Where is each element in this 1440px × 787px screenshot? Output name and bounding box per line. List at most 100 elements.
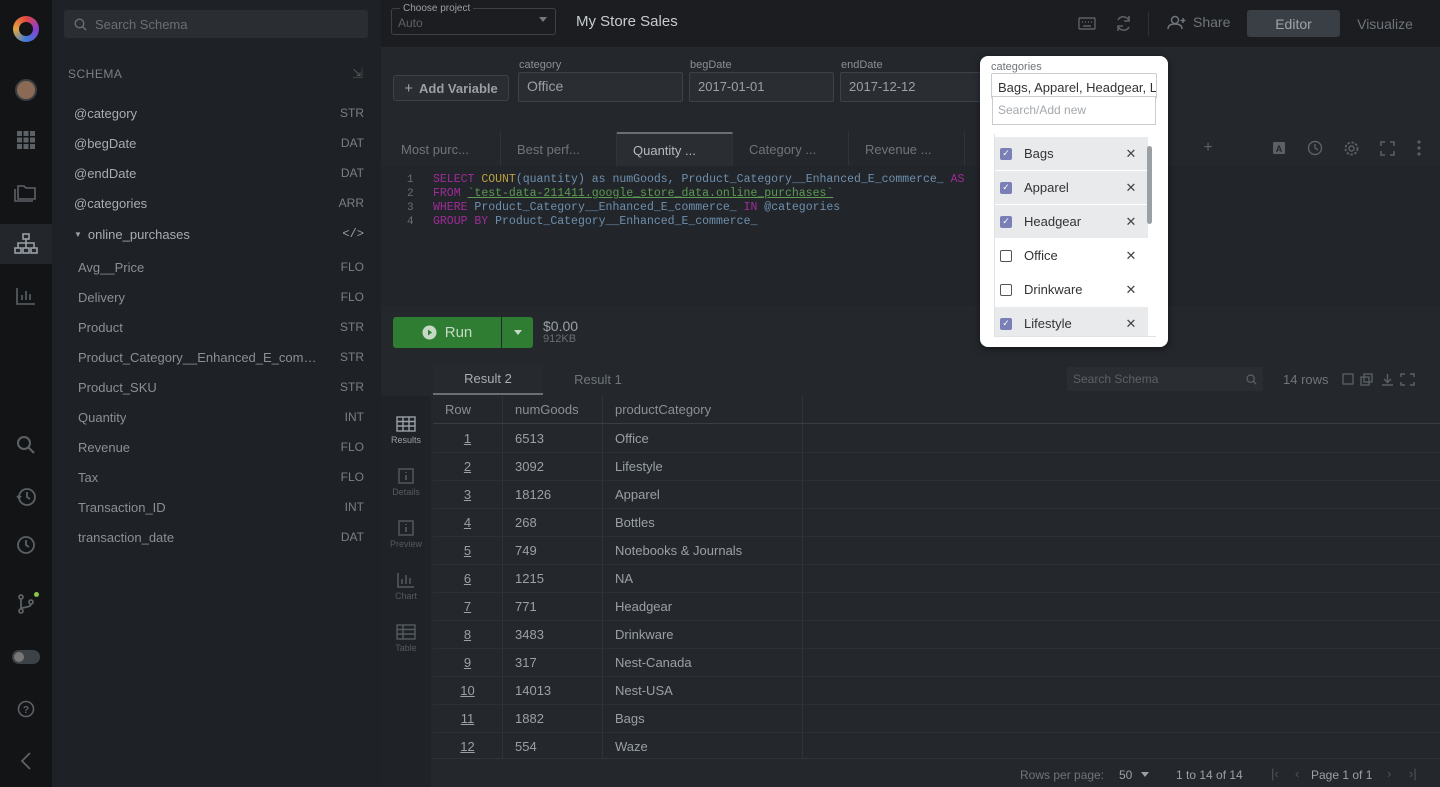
- schema-field-item[interactable]: transaction_date DAT: [52, 522, 381, 552]
- schema-search-box[interactable]: [64, 10, 368, 38]
- results-search-box[interactable]: [1067, 367, 1263, 391]
- fullscreen-icon[interactable]: [1377, 138, 1397, 158]
- settings-gear-icon[interactable]: [1341, 138, 1361, 158]
- expand-icon[interactable]: [1397, 369, 1417, 389]
- column-header-row[interactable]: Row: [433, 396, 503, 423]
- category-option[interactable]: ✓ Headgear ✕: [995, 205, 1148, 239]
- categories-search-box[interactable]: [992, 96, 1156, 125]
- duplicate-icon[interactable]: [1356, 369, 1376, 389]
- remove-option-icon[interactable]: ✕: [1124, 248, 1138, 264]
- schema-variable-item[interactable]: @category STR: [52, 98, 381, 128]
- variable-begdate-input[interactable]: [698, 79, 828, 94]
- checkbox[interactable]: [1000, 283, 1012, 296]
- row-number-link[interactable]: 7: [433, 593, 503, 620]
- rows-per-page-select[interactable]: 50: [1119, 768, 1132, 782]
- last-page-icon[interactable]: ›|: [1409, 766, 1417, 781]
- schema-field-item[interactable]: Revenue FLO: [52, 432, 381, 462]
- schedule-clock-icon[interactable]: [0, 525, 52, 565]
- schema-field-item[interactable]: Transaction_ID INT: [52, 492, 381, 522]
- table-node-online-purchases[interactable]: ▼ online_purchases </>: [52, 219, 381, 249]
- format-icon[interactable]: A: [1269, 138, 1289, 158]
- schema-field-item[interactable]: Avg__Price FLO: [52, 252, 381, 282]
- view-details-tool[interactable]: Details: [381, 456, 431, 508]
- editor-button[interactable]: Editor: [1247, 10, 1340, 37]
- variable-category[interactable]: category: [518, 59, 683, 102]
- checkbox[interactable]: ✓: [1000, 181, 1012, 194]
- query-tab[interactable]: Revenue ...: [849, 132, 965, 166]
- row-number-link[interactable]: 6: [433, 565, 503, 592]
- variable-enddate-input[interactable]: [849, 79, 979, 94]
- run-button[interactable]: Run: [393, 317, 501, 348]
- schema-field-item[interactable]: Delivery FLO: [52, 282, 381, 312]
- view-chart-tool[interactable]: Chart: [381, 560, 431, 612]
- keyboard-icon[interactable]: [1076, 12, 1098, 34]
- row-number-link[interactable]: 3: [433, 481, 503, 508]
- folders-icon[interactable]: [0, 172, 52, 212]
- code-icon[interactable]: </>: [342, 227, 364, 241]
- tab-result-2[interactable]: Result 2: [433, 363, 543, 395]
- more-vertical-icon[interactable]: [1409, 138, 1429, 158]
- project-select[interactable]: Choose project Auto: [391, 3, 556, 35]
- checkbox[interactable]: ✓: [1000, 317, 1012, 330]
- git-branch-icon[interactable]: [0, 584, 52, 624]
- copy-icon[interactable]: [1338, 369, 1358, 389]
- row-number-link[interactable]: 2: [433, 453, 503, 480]
- schema-field-item[interactable]: Product_Category__Enhanced_E_comme... STR: [52, 342, 381, 372]
- theme-toggle[interactable]: [0, 637, 52, 677]
- history-icon[interactable]: [0, 477, 52, 517]
- schedule-icon[interactable]: [1305, 138, 1325, 158]
- remove-option-icon[interactable]: ✕: [1124, 180, 1138, 196]
- collapse-sidebar-icon[interactable]: [0, 741, 52, 781]
- checkbox[interactable]: ✓: [1000, 215, 1012, 228]
- help-icon[interactable]: ?: [0, 689, 52, 729]
- row-number-link[interactable]: 11: [433, 705, 503, 732]
- next-page-icon[interactable]: ›: [1387, 766, 1391, 781]
- remove-option-icon[interactable]: ✕: [1124, 316, 1138, 332]
- add-variable-button[interactable]: + Add Variable: [393, 75, 509, 101]
- tab-result-1[interactable]: Result 1: [543, 363, 653, 395]
- schema-field-item[interactable]: Product STR: [52, 312, 381, 342]
- schema-field-item[interactable]: Quantity INT: [52, 402, 381, 432]
- first-page-icon[interactable]: |‹: [1271, 766, 1279, 781]
- variable-begdate[interactable]: begDate: [689, 59, 834, 102]
- scrollbar-thumb[interactable]: [1147, 146, 1152, 224]
- categories-search-input[interactable]: [998, 103, 1148, 117]
- download-icon[interactable]: [1377, 369, 1397, 389]
- column-header-productcategory[interactable]: productCategory: [603, 396, 803, 423]
- refresh-icon[interactable]: [1112, 12, 1134, 34]
- checkbox[interactable]: [1000, 249, 1012, 262]
- sql-editor[interactable]: 1 2 3 4 SELECT COUNT(quantity) as numGoo…: [381, 166, 1440, 306]
- remove-option-icon[interactable]: ✕: [1124, 146, 1138, 162]
- query-tab[interactable]: Most purc...: [385, 132, 501, 166]
- reports-chart-icon[interactable]: [0, 276, 52, 316]
- column-header-numgoods[interactable]: numGoods: [503, 396, 603, 423]
- share-button[interactable]: Share: [1167, 14, 1230, 30]
- row-number-link[interactable]: 12: [433, 733, 503, 758]
- category-option[interactable]: ✓ Apparel ✕: [995, 171, 1148, 205]
- remove-option-icon[interactable]: ✕: [1124, 214, 1138, 230]
- collapse-all-icon[interactable]: ⇲: [352, 66, 363, 82]
- query-tab[interactable]: Quantity ...: [617, 132, 733, 166]
- category-option[interactable]: ✓ Bags ✕: [995, 137, 1148, 171]
- variable-enddate[interactable]: endDate: [840, 59, 985, 102]
- row-number-link[interactable]: 5: [433, 537, 503, 564]
- schema-variable-item[interactable]: @begDate DAT: [52, 128, 381, 158]
- run-options-dropdown[interactable]: [502, 317, 533, 348]
- visualize-button[interactable]: Visualize: [1351, 10, 1419, 37]
- category-option[interactable]: Office ✕: [995, 239, 1148, 273]
- variable-category-input[interactable]: [527, 78, 657, 94]
- row-number-link[interactable]: 10: [433, 677, 503, 704]
- user-avatar[interactable]: [0, 70, 52, 110]
- row-number-link[interactable]: 1: [433, 425, 503, 452]
- schema-field-item[interactable]: Product_SKU STR: [52, 372, 381, 402]
- category-option[interactable]: Drinkware ✕: [995, 273, 1148, 307]
- category-option[interactable]: ✓ Lifestyle ✕: [995, 307, 1148, 336]
- row-number-link[interactable]: 8: [433, 621, 503, 648]
- row-number-link[interactable]: 9: [433, 649, 503, 676]
- query-tab[interactable]: Best perf...: [501, 132, 617, 166]
- checkbox[interactable]: ✓: [1000, 147, 1012, 160]
- view-results-tool[interactable]: Results: [381, 404, 431, 456]
- schema-search-input[interactable]: [95, 16, 355, 32]
- app-logo-icon[interactable]: [0, 9, 52, 49]
- view-preview-tool[interactable]: Preview: [381, 508, 431, 560]
